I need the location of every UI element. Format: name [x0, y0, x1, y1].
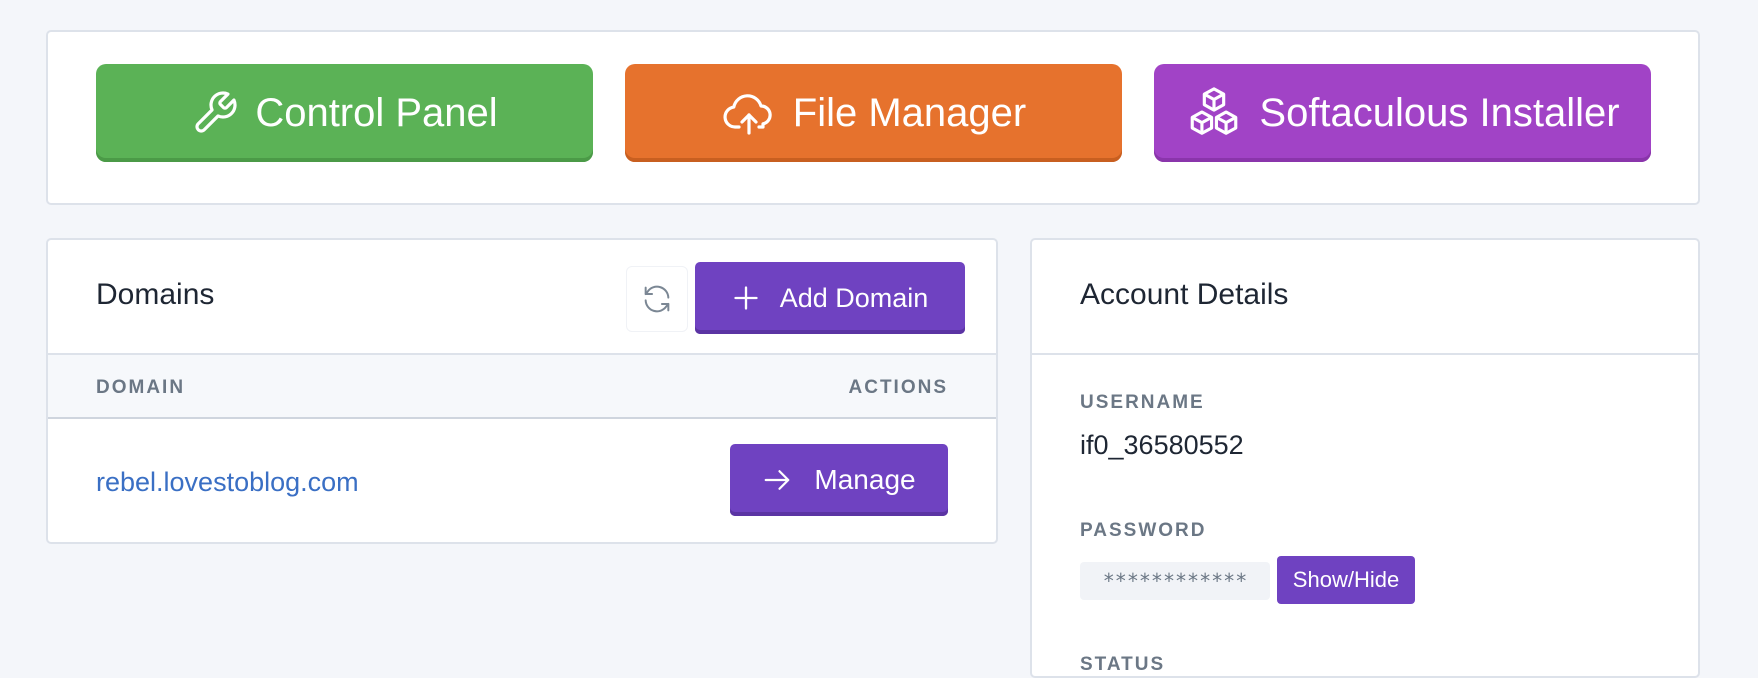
wrench-icon	[191, 89, 239, 137]
username-label: USERNAME	[1080, 392, 1205, 413]
file-manager-label: File Manager	[792, 90, 1027, 135]
table-row: rebel.lovestoblog.com Manage	[48, 419, 996, 542]
column-header-actions: ACTIONS	[848, 377, 948, 398]
password-value: ************	[1080, 562, 1270, 600]
softaculous-installer-button[interactable]: Softaculous Installer	[1154, 64, 1651, 162]
domain-link[interactable]: rebel.lovestoblog.com	[96, 467, 359, 498]
account-details-title: Account Details	[1080, 278, 1289, 311]
divider	[1032, 353, 1698, 355]
cloud-upload-icon	[721, 89, 777, 137]
control-panel-label: Control Panel	[255, 90, 498, 135]
refresh-icon	[640, 282, 674, 316]
password-label: PASSWORD	[1080, 520, 1207, 541]
status-label: STATUS	[1080, 654, 1166, 675]
column-header-domain: DOMAIN	[96, 377, 186, 398]
plus-icon	[732, 284, 760, 312]
manage-label: Manage	[814, 464, 916, 495]
file-manager-button[interactable]: File Manager	[625, 64, 1122, 162]
manage-button[interactable]: Manage	[730, 444, 948, 516]
domains-title: Domains	[96, 278, 215, 311]
add-domain-button[interactable]: Add Domain	[695, 262, 965, 334]
show-hide-password-button[interactable]: Show/Hide	[1277, 556, 1415, 604]
arrow-right-icon	[762, 465, 792, 495]
domains-table-header: DOMAIN ACTIONS	[48, 353, 996, 419]
username-value: if0_36580552	[1080, 430, 1244, 460]
softaculous-installer-label: Softaculous Installer	[1259, 90, 1620, 135]
refresh-button[interactable]	[626, 266, 688, 332]
quick-actions-card: Control Panel File Manager Softaculous I…	[46, 30, 1700, 205]
domains-card: Domains Add Domain DOMAIN ACTIONS rebel.…	[46, 238, 998, 544]
control-panel-button[interactable]: Control Panel	[96, 64, 593, 162]
account-details-card: Account Details USERNAME if0_36580552 PA…	[1030, 238, 1700, 678]
add-domain-label: Add Domain	[779, 282, 929, 313]
cubes-icon	[1185, 84, 1243, 142]
